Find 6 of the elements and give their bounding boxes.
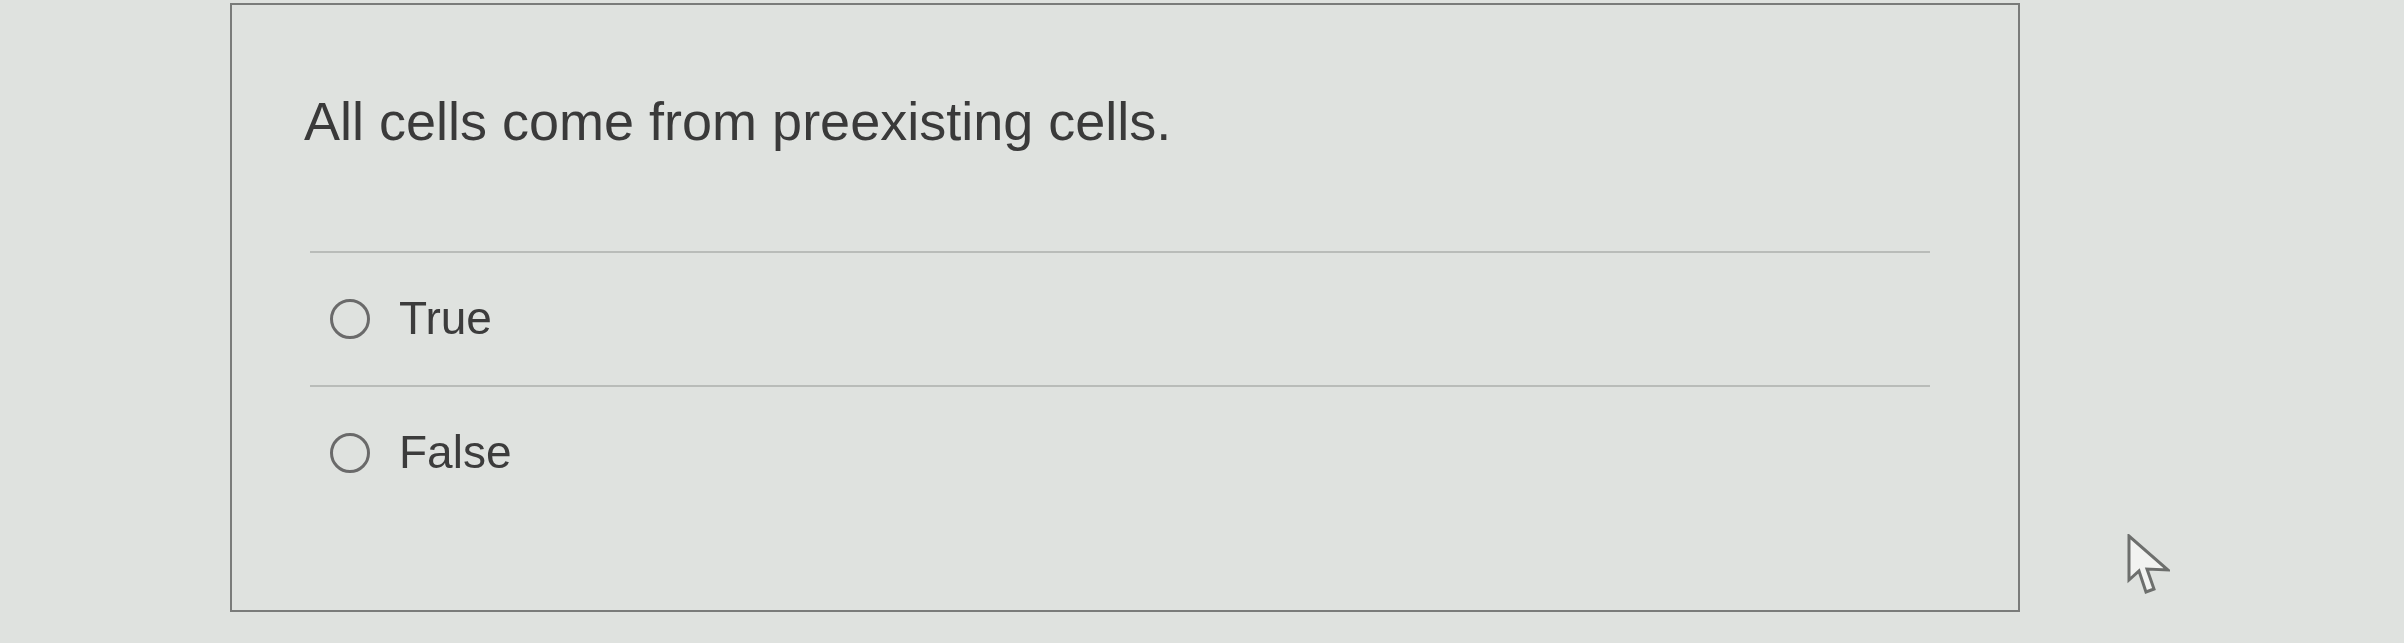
question-text: All cells come from preexisting cells. <box>304 90 1173 153</box>
radio-button[interactable] <box>329 431 371 474</box>
radio-button[interactable] <box>329 297 371 340</box>
option-label[interactable]: False <box>399 426 512 480</box>
mouse-pointer-icon <box>2127 534 2170 596</box>
option-label[interactable]: True <box>399 292 492 346</box>
